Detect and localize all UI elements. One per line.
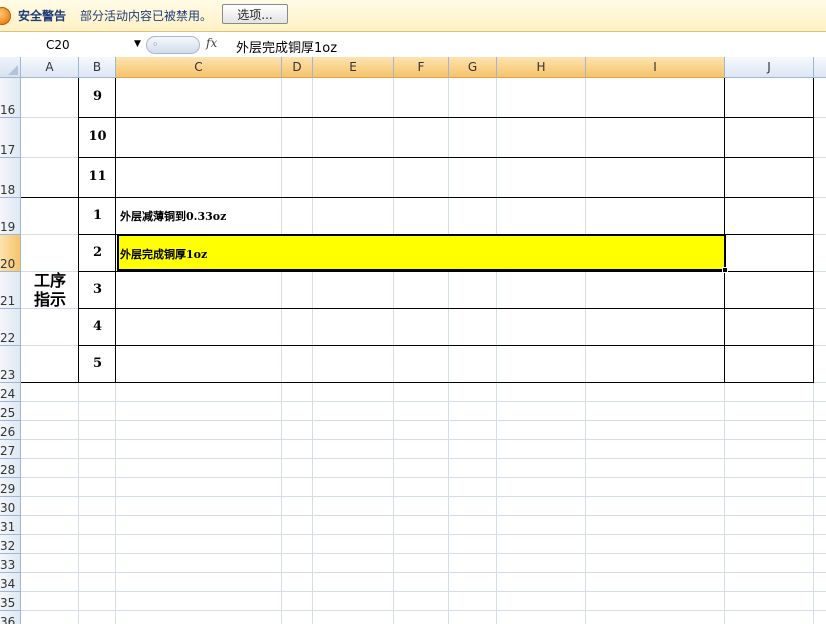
process-instruction-label: 工序 指示 (33, 271, 66, 309)
formula-bar: C20 ▼ ◦ fx 外层完成铜厚1oz (0, 33, 826, 58)
cell-b-number: 11 (88, 169, 107, 184)
security-warning-title: 安全警告 (18, 9, 67, 23)
column-header-c[interactable]: C (116, 57, 282, 78)
column-header-a[interactable]: A (21, 57, 79, 78)
gridline (21, 515, 826, 516)
row-header-34[interactable]: 34 (0, 573, 21, 592)
row-header-16[interactable]: 16 (0, 78, 21, 118)
insert-function-icon[interactable]: fx (206, 36, 217, 50)
cell-b-number: 5 (92, 355, 103, 371)
row-header-36[interactable]: 36 (0, 611, 21, 624)
row-header-17[interactable]: 17 (0, 118, 21, 158)
column-header-h[interactable]: H (497, 57, 586, 78)
row-header-27[interactable]: 27 (0, 440, 21, 459)
row-header-24[interactable]: 24 (0, 383, 21, 402)
row-header-26[interactable]: 26 (0, 421, 21, 440)
gridline (21, 553, 826, 554)
splitter-dots-icon: ◦ (152, 38, 159, 51)
cell-b-number: 3 (92, 281, 103, 297)
row-header-35[interactable]: 35 (0, 592, 21, 611)
select-all-button[interactable] (0, 57, 21, 78)
gridline (21, 591, 826, 592)
options-button[interactable]: 选项... (222, 4, 288, 24)
row-header-23[interactable]: 23 (0, 346, 21, 383)
gridline (21, 420, 826, 421)
border-line (79, 157, 814, 158)
row-header-29[interactable]: 29 (0, 478, 21, 497)
border-line (79, 117, 814, 118)
column-header-e[interactable]: E (313, 57, 394, 78)
cell-b-number: 10 (88, 129, 107, 144)
row-header-19[interactable]: 19 (0, 198, 21, 235)
cell-b-number: 4 (92, 318, 103, 334)
row-header-21[interactable]: 21 (0, 272, 21, 309)
column-header-b[interactable]: B (79, 57, 116, 78)
row-header-28[interactable]: 28 (0, 459, 21, 478)
formula-bar-splitter[interactable]: ◦ (146, 36, 200, 54)
fill-handle[interactable] (722, 267, 728, 273)
cell-b-number: 2 (92, 244, 103, 260)
row-header-25[interactable]: 25 (0, 402, 21, 421)
name-box-value: C20 (46, 38, 70, 52)
row-header-18[interactable]: 18 (0, 158, 21, 198)
gridline (281, 78, 282, 624)
gridline (496, 78, 497, 624)
cell-b-number: 1 (92, 207, 103, 223)
gridline (585, 78, 586, 624)
column-header-overflow[interactable] (814, 57, 826, 78)
border-line (21, 197, 814, 198)
gridline (21, 458, 826, 459)
row-header-20[interactable]: 20 (0, 235, 21, 272)
cell-area[interactable]: 外层减薄铜到0.33oz 外层完成铜厚1oz 工序 指示 9 10 11 1 2 3 4 5 (21, 78, 826, 624)
gridline (21, 572, 826, 573)
cell-c19: 外层减薄铜到0.33oz (120, 210, 227, 223)
cell-b-number: 9 (92, 89, 103, 104)
gridline (21, 496, 826, 497)
security-message-bar: 安全警告 部分活动内容已被禁用。 选项... (0, 0, 826, 32)
column-header-i[interactable]: I (586, 57, 725, 78)
column-header-j[interactable]: J (725, 57, 814, 78)
gridline (312, 78, 313, 624)
column-header-g[interactable]: G (449, 57, 497, 78)
cell-c20: 外层完成铜厚1oz (120, 248, 208, 261)
border-line (724, 78, 725, 383)
gridline (21, 610, 826, 611)
security-warning-text: 部分活动内容已被禁用。 (80, 9, 213, 23)
formula-input[interactable]: 外层完成铜厚1oz (236, 37, 337, 56)
border-line (79, 271, 814, 272)
row-header-30[interactable]: 30 (0, 497, 21, 516)
name-box[interactable]: C20 ▼ (0, 37, 146, 55)
dropdown-arrow-icon[interactable]: ▼ (134, 39, 141, 49)
row-header-22[interactable]: 22 (0, 309, 21, 346)
border-line (21, 382, 814, 383)
gridline (448, 78, 449, 624)
row-header-33[interactable]: 33 (0, 554, 21, 573)
column-header-d[interactable]: D (282, 57, 313, 78)
selected-cell-c20[interactable] (117, 234, 726, 271)
border-line (78, 78, 79, 383)
warning-icon (0, 7, 11, 25)
column-header-f[interactable]: F (394, 57, 449, 78)
row-header-31[interactable]: 31 (0, 516, 21, 535)
border-line (79, 308, 814, 309)
worksheet-grid[interactable]: ABCDEFGHIJ 16 17 18 19 20 21 22 23 24 25 26 27 28 29 3… (0, 57, 826, 624)
gridline (393, 78, 394, 624)
border-line (813, 78, 814, 383)
gridline (21, 439, 826, 440)
border-line (79, 345, 814, 346)
gridline (21, 401, 826, 402)
column-headers: ABCDEFGHIJ (21, 57, 826, 78)
gridline (21, 534, 826, 535)
row-header-32[interactable]: 32 (0, 535, 21, 554)
gridline (21, 477, 826, 478)
border-line (115, 78, 116, 383)
